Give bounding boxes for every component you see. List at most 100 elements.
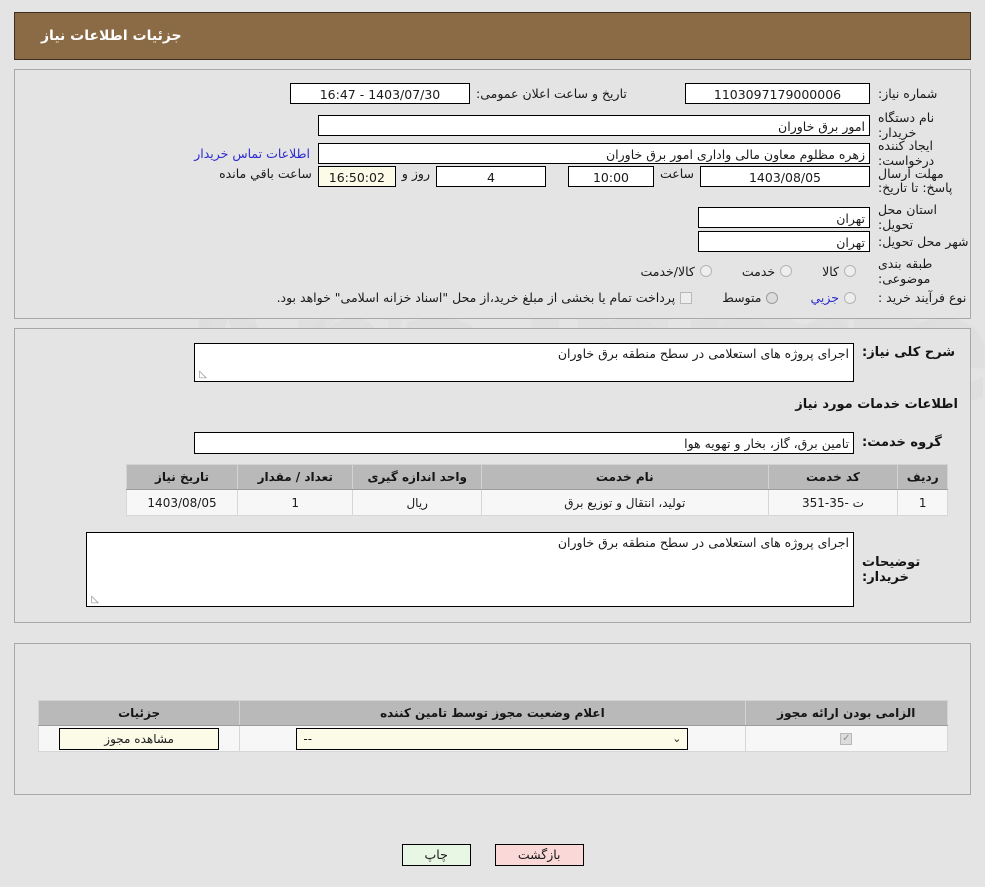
deadline-date-value: 1403/08/05 — [700, 166, 870, 187]
page-title: جزئیات اطلاعات نیاز — [41, 28, 182, 44]
need-number-label: شماره نیاز: — [878, 86, 938, 101]
service-group-label: گروه خدمت: — [862, 435, 942, 450]
remaining-label: ساعت باقي مانده — [219, 166, 312, 181]
col-permit-status: اعلام وضعیت مجوز توسط تامین کننده — [239, 700, 746, 726]
need-number-value: 1103097179000006 — [685, 83, 870, 104]
col-unit: واحد اندازه گیری — [352, 464, 482, 490]
cell-unit: ریال — [352, 489, 482, 516]
buyer-org-label: نام دستگاه خریدار: — [878, 110, 935, 140]
permit-status-select[interactable]: ⌄ -- — [296, 727, 689, 750]
table-row: ⌄ -- مشاهده مجوز — [37, 725, 949, 752]
remaining-days-value: 4 — [435, 166, 546, 187]
print-button[interactable]: چاپ — [401, 844, 471, 866]
radio-icon[interactable] — [844, 265, 856, 277]
buyer-notes-label: توضیحات خریدار: — [862, 554, 921, 585]
col-radif: ردیف — [897, 464, 948, 490]
col-service-name: نام خدمت — [480, 464, 769, 490]
back-button[interactable]: بازگشت — [494, 844, 584, 866]
cell-radif: 1 — [897, 489, 948, 516]
row-creator: ایجاد کننده درخواست: زهره مظلوم معاون ما… — [15, 138, 970, 168]
permit-status-value: -- — [303, 731, 313, 746]
cell-service-name: تولید، انتقال و توزیع برق — [480, 489, 769, 516]
summary-panel: شماره نیاز: 1103097179000006 تاریخ و ساع… — [14, 69, 971, 319]
radio-category-khedmat-label: خدمت — [741, 263, 776, 279]
row-need-number: شماره نیاز: 1103097179000006 تاریخ و ساع… — [15, 80, 970, 107]
col-quantity: تعداد / مقدار — [237, 464, 354, 490]
col-permit-required: الزامی بودن ارائه مجوز — [744, 700, 949, 726]
cell-permit-required — [744, 725, 949, 752]
general-desc-value: اجرای پروژه های استعلامی در سطح منطقه بر… — [557, 346, 849, 361]
public-announce-value: 1403/07/30 - 16:47 — [290, 83, 470, 104]
radio-process-jozi-label: جزیي — [810, 290, 839, 305]
public-announce-label: تاریخ و ساعت اعلان عمومی: — [476, 86, 627, 101]
radio-category-kala[interactable]: کالا — [822, 264, 856, 279]
row-deadline: مهلت ارسال پاسخ: تا تاریخ: 1403/08/05 سا… — [15, 166, 970, 195]
radio-category-kala-khedmat[interactable]: کالا/خدمت — [640, 263, 712, 279]
page-header: جزئیات اطلاعات نیاز — [14, 12, 971, 60]
cell-quantity: 1 — [237, 489, 354, 516]
resize-grip-icon[interactable]: ◺ — [89, 595, 99, 605]
table-row: 1 ت -35-351 تولید، انتقال و توزیع برق ری… — [125, 489, 948, 516]
chevron-down-icon: ⌄ — [672, 731, 682, 745]
cell-permit-details: مشاهده مجوز — [37, 725, 241, 752]
service-group-value: تامین برق، گاز، بخار و تهویه هوا — [194, 431, 854, 454]
checkbox-icon[interactable] — [680, 291, 693, 304]
checkbox-permit-required-icon — [840, 733, 853, 745]
services-section-title: اطلاعات خدمات مورد نیاز — [795, 397, 958, 412]
radio-category-kala-label: کالا — [822, 263, 839, 279]
hour-label: ساعت — [659, 166, 694, 181]
services-table: ردیف کد خدمت نام خدمت واحد اندازه گیری ت… — [125, 464, 948, 516]
cell-permit-status: ⌄ -- — [239, 725, 746, 752]
cell-service-code: ت -35-351 — [767, 489, 899, 516]
buyer-notes-row: توضیحات خریدار: اجرای پروژه های استعلامی… — [86, 532, 964, 607]
services-table-wrap: ردیف کد خدمت نام خدمت واحد اندازه گیری ت… — [125, 464, 948, 516]
table-header-row: ردیف کد خدمت نام خدمت واحد اندازه گیری ت… — [125, 464, 948, 490]
general-desc-label: شرح کلی نیاز: — [862, 345, 956, 360]
col-permit-details: جزئیات — [37, 700, 241, 726]
buyer-contact-link[interactable]: اطلاعات تماس خریدار — [194, 146, 310, 161]
table-header-row: الزامی بودن ارائه مجوز اعلام وضعیت مجوز … — [37, 700, 949, 726]
days-label: روز و — [401, 166, 430, 181]
detail-panel: شرح کلی نیاز: اجرای پروژه های استعلامی د… — [14, 328, 971, 623]
permits-panel: الزامی بودن ارائه مجوز اعلام وضعیت مجوز … — [14, 643, 971, 795]
city-label: شهر محل تحویل: — [878, 234, 969, 249]
radio-icon[interactable] — [780, 265, 793, 277]
treasury-checkbox-label: پرداخت تمام یا بخشی از مبلغ خرید،از محل … — [276, 290, 676, 305]
checkbox-treasury-payment[interactable]: پرداخت تمام یا بخشی از مبلغ خرید،از محل … — [277, 290, 693, 305]
radio-icon[interactable] — [699, 265, 712, 277]
radio-process-jozi[interactable]: جزیي — [810, 290, 856, 305]
radio-process-motavaset[interactable]: متوسط — [722, 290, 779, 305]
remaining-time-value: 16:50:02 — [317, 166, 396, 187]
buyer-notes-value: اجرای پروژه های استعلامی در سطح منطقه بر… — [557, 535, 849, 550]
col-service-code: کد خدمت — [767, 464, 899, 490]
deadline-label: مهلت ارسال پاسخ: تا تاریخ: — [878, 166, 953, 195]
buyer-org-value: امور برق خاوران — [318, 114, 870, 136]
general-desc-value-box[interactable]: اجرای پروژه های استعلامی در سطح منطقه بر… — [194, 343, 854, 382]
radio-process-motavaset-label: متوسط — [722, 290, 762, 305]
radio-category-khedmat[interactable]: خدمت — [741, 263, 793, 279]
permits-table-wrap: الزامی بودن ارائه مجوز اعلام وضعیت مجوز … — [37, 700, 949, 752]
row-process-type: نوع فرآیند خرید : جزیي متوسط پرداخت تمام… — [15, 284, 970, 311]
radio-category-kala-khedmat-label: کالا/خدمت — [640, 263, 695, 279]
deadline-time-value: 10:00 — [567, 166, 654, 187]
process-label: نوع فرآیند خرید : — [878, 290, 967, 305]
resize-grip-icon[interactable]: ◺ — [197, 370, 207, 380]
city-value: تهران — [698, 231, 870, 252]
cell-need-date: 1403/08/05 — [125, 489, 239, 516]
category-label: طبقه بندی موضوعی: — [878, 256, 933, 286]
province-value: تهران — [698, 206, 870, 228]
radio-icon[interactable] — [766, 291, 779, 304]
col-need-date: تاریخ نیاز — [125, 464, 239, 490]
general-desc-row: شرح کلی نیاز: اجرای پروژه های استعلامی د… — [194, 343, 964, 382]
row-category: طبقه بندی موضوعی: کالا خدمت کالا/خدمت — [15, 256, 970, 286]
row-buyer-org: نام دستگاه خریدار: امور برق خاوران — [15, 110, 970, 140]
row-city: شهر محل تحویل: تهران — [15, 228, 970, 255]
radio-icon[interactable] — [844, 291, 856, 304]
creator-value: زهره مظلوم معاون مالی واداری امور برق خا… — [318, 142, 870, 164]
permits-table: الزامی بودن ارائه مجوز اعلام وضعیت مجوز … — [37, 700, 949, 752]
view-permit-button[interactable]: مشاهده مجوز — [59, 727, 220, 750]
creator-label: ایجاد کننده درخواست: — [878, 138, 935, 168]
service-group-row: گروه خدمت: تامین برق، گاز، بخار و تهویه … — [194, 429, 964, 456]
footer-actions: بازگشت چاپ — [0, 844, 985, 866]
buyer-notes-value-box[interactable]: اجرای پروژه های استعلامی در سطح منطقه بر… — [86, 532, 854, 607]
